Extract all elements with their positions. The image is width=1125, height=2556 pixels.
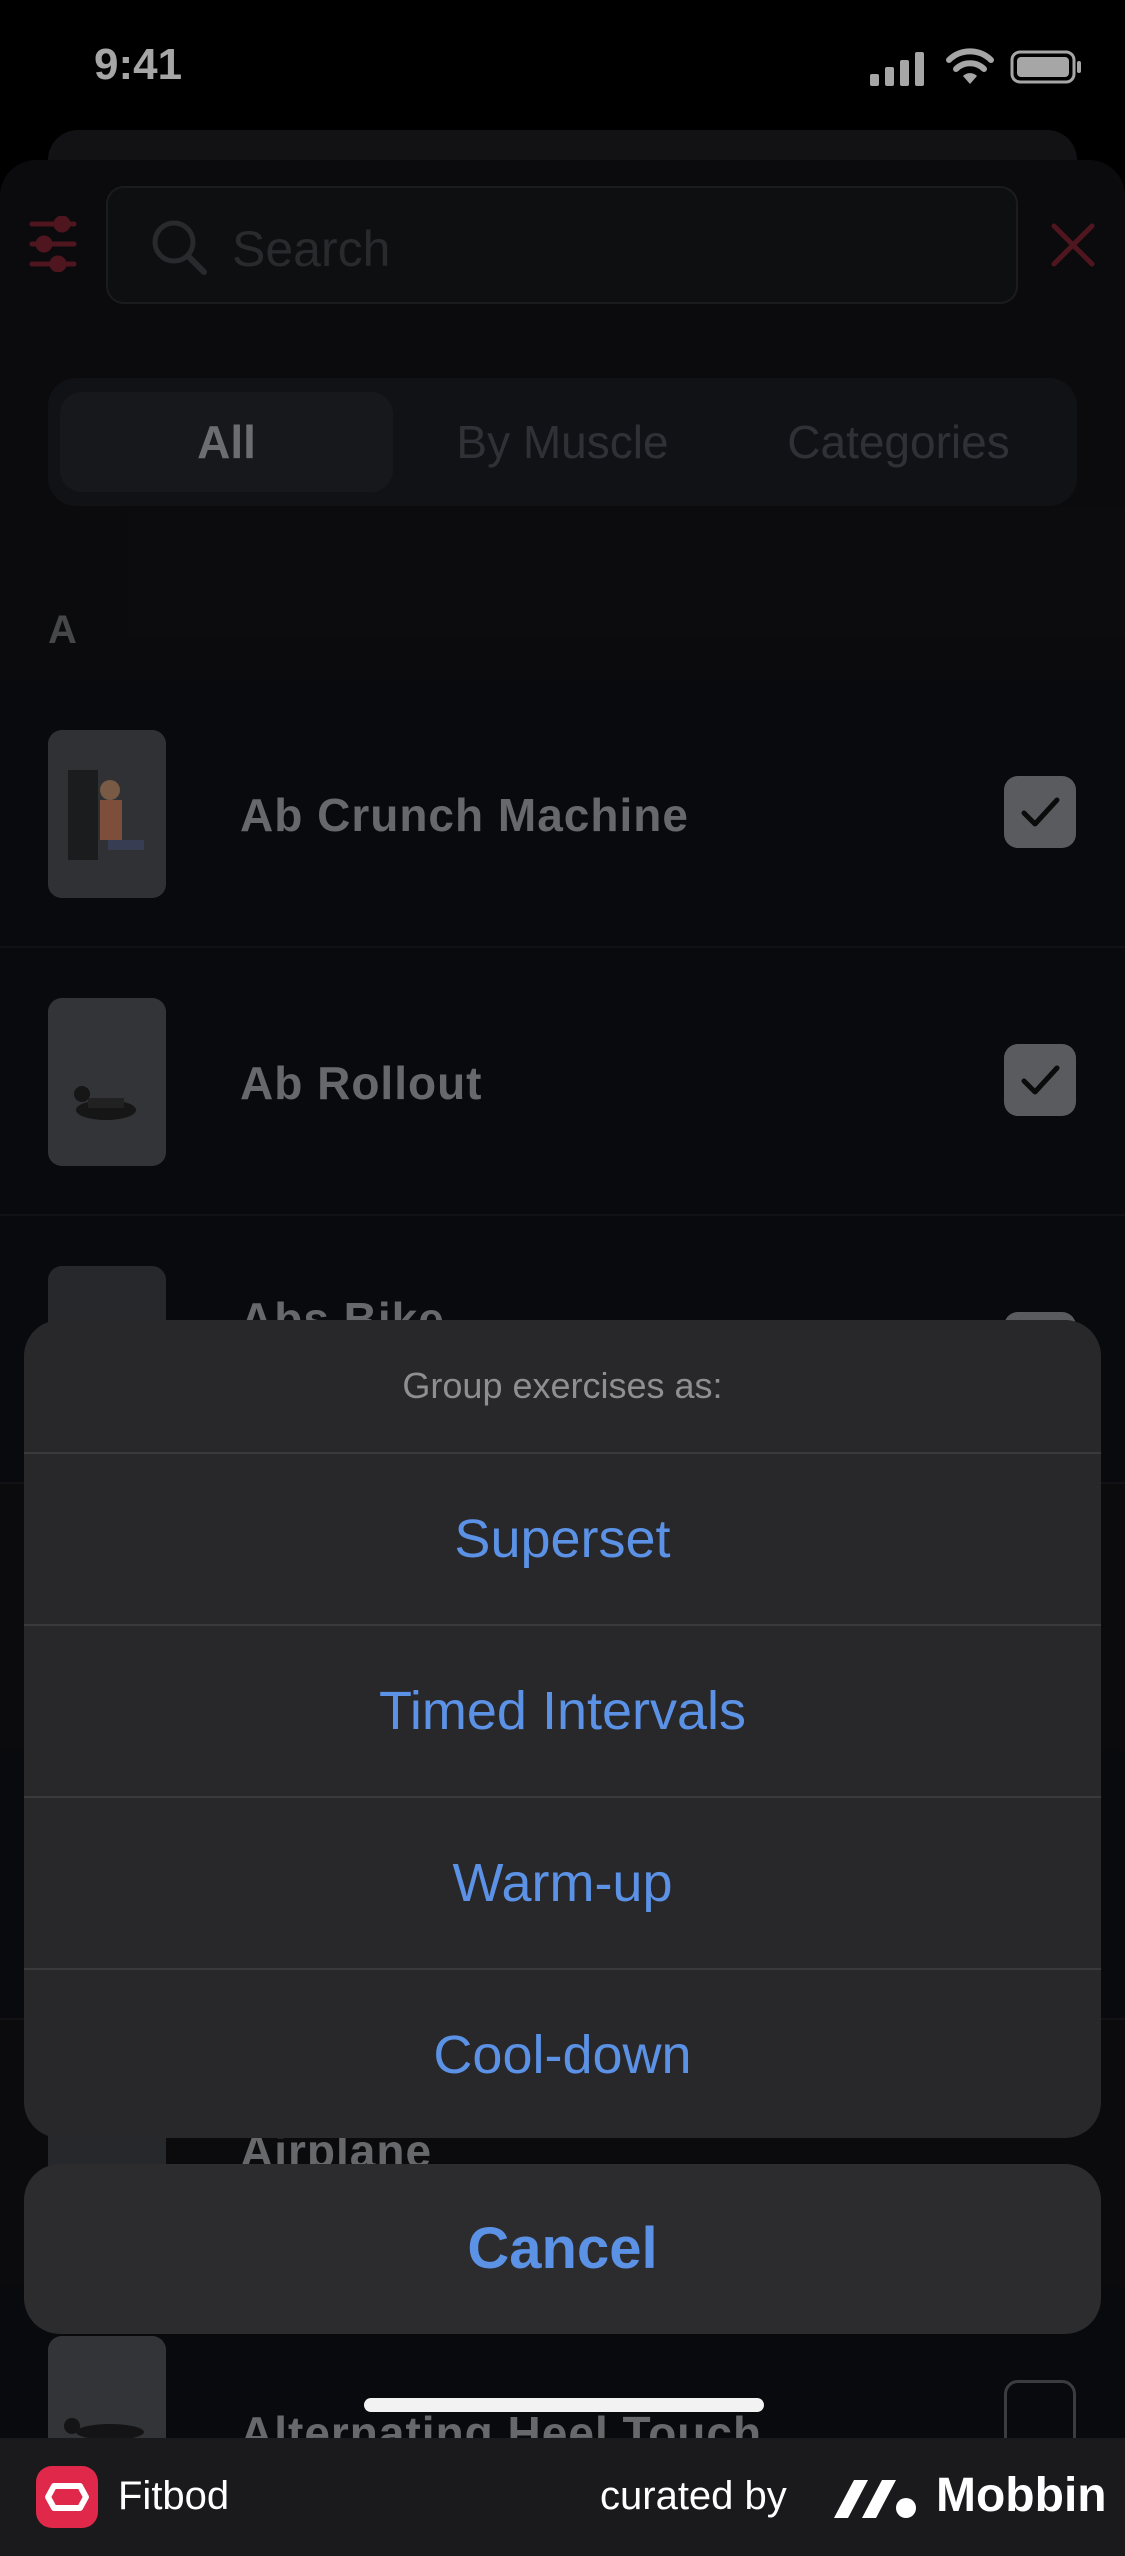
action-sheet-title: Group exercises as: <box>24 1320 1101 1454</box>
action-sheet: Group exercises as: Superset Timed Inter… <box>24 1320 1101 2138</box>
mobbin-logo-icon <box>834 2480 916 2518</box>
app-name: Fitbod <box>118 2474 230 2518</box>
timed-intervals-option[interactable]: Timed Intervals <box>24 1626 1101 1798</box>
warm-up-option[interactable]: Warm-up <box>24 1798 1101 1970</box>
superset-option[interactable]: Superset <box>24 1454 1101 1626</box>
mobbin-wordmark: Mobbin <box>936 2469 1107 2522</box>
cool-down-option[interactable]: Cool-down <box>24 1970 1101 2138</box>
fitbod-logo-icon <box>36 2466 98 2528</box>
cancel-button[interactable]: Cancel <box>24 2164 1101 2334</box>
curated-by-label: curated by <box>600 2474 787 2518</box>
attribution-footer: Fitbod curated by Mobbin <box>0 2438 1125 2556</box>
home-indicator[interactable] <box>364 2398 764 2412</box>
